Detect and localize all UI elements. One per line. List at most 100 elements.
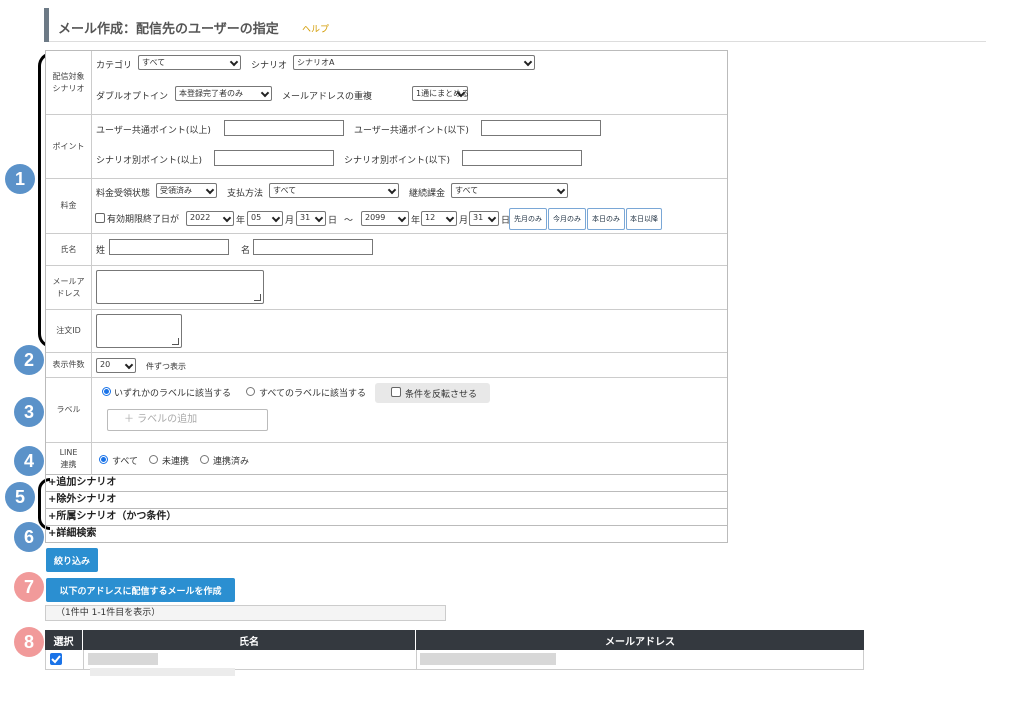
- month-unit: 月: [285, 216, 295, 226]
- marker-2: 2: [14, 345, 44, 375]
- dup-select[interactable]: 1通にまとめる: [412, 86, 469, 101]
- to-day-select[interactable]: 31: [469, 211, 499, 226]
- after-today-button[interactable]: 本日以降: [626, 208, 662, 230]
- mei-label: 名: [241, 246, 251, 256]
- masked-email: [420, 653, 556, 665]
- common-min-input[interactable]: [224, 120, 344, 136]
- row-label-email: メールア ドレス: [46, 266, 92, 309]
- scen-max-input[interactable]: [462, 150, 582, 166]
- dup-label: メールアドレスの重複: [282, 92, 373, 102]
- label-any-text: いずれかのラベルに該当する: [114, 389, 232, 399]
- chevron-down-icon: [314, 213, 324, 223]
- line-done-text: 連携済み: [213, 457, 250, 467]
- chevron-down-icon: [556, 185, 566, 195]
- last-month-button[interactable]: 先月のみ: [509, 208, 547, 230]
- create-mail-button[interactable]: 以下のアドレスに配信するメールを作成: [46, 578, 235, 602]
- optin-select[interactable]: 本登録完了者のみ: [175, 86, 272, 101]
- cont-select[interactable]: すべて: [451, 183, 568, 198]
- marker-5: 5: [5, 482, 35, 512]
- result-summary: （1件中 1-1件目を表示）: [45, 605, 446, 621]
- chevron-down-icon: [387, 185, 397, 195]
- expiry-label: 有効期限終了日が: [107, 215, 180, 225]
- chevron-down-icon: [271, 213, 281, 223]
- from-month-select[interactable]: 05: [247, 211, 283, 226]
- chevron-down-icon: [397, 213, 407, 223]
- scen-min-input[interactable]: [214, 150, 334, 166]
- invert-checkbox[interactable]: [391, 387, 401, 397]
- filter-button[interactable]: 絞り込み: [46, 548, 98, 572]
- line-not-text: 未連携: [162, 457, 190, 467]
- category-select[interactable]: すべて: [138, 55, 241, 70]
- invert-toggle[interactable]: 条件を反転させる: [375, 383, 490, 403]
- chevron-down-icon: [445, 213, 455, 223]
- check-icon: [51, 655, 61, 664]
- year-unit-2: 年: [411, 216, 421, 226]
- label-any-radio[interactable]: [102, 387, 111, 396]
- order-textarea[interactable]: [96, 314, 182, 348]
- row-select-checkbox[interactable]: [50, 653, 62, 665]
- label-all-radio[interactable]: [246, 387, 255, 396]
- section-belong-scenario[interactable]: +所属シナリオ（かつ条件）: [45, 509, 728, 526]
- year-unit: 年: [236, 216, 246, 226]
- from-day-select[interactable]: 31: [296, 211, 326, 226]
- masked-name-extra: [90, 668, 235, 676]
- sei-input[interactable]: [109, 239, 229, 255]
- scenario-label: シナリオ: [251, 61, 288, 71]
- optin-label: ダブルオプトイン: [96, 92, 169, 102]
- page-title: メール作成：配信先のユーザーの指定: [58, 22, 279, 37]
- page-header: メール作成：配信先のユーザーの指定 ヘルプ: [44, 8, 986, 42]
- chevron-down-icon: [260, 88, 270, 98]
- expiry-checkbox[interactable]: [95, 213, 105, 223]
- col-email-header[interactable]: メールアドレス: [416, 630, 864, 650]
- add-label-button[interactable]: ＋ ラベルの追加: [107, 409, 268, 431]
- line-all-radio[interactable]: [99, 455, 108, 464]
- row-count: 表示件数 20 件ずつ表示: [46, 353, 727, 378]
- scenario-select[interactable]: シナリオA: [293, 55, 535, 70]
- fee-status-select[interactable]: 受領済み: [156, 183, 217, 198]
- from-year-select[interactable]: 2022: [186, 211, 234, 226]
- section-exclude-scenario[interactable]: +除外シナリオ: [45, 492, 728, 509]
- help-link[interactable]: ヘルプ: [302, 22, 329, 35]
- section-detail-search[interactable]: +詳細検索: [45, 526, 728, 543]
- sei-label: 姓: [96, 246, 106, 256]
- common-max-input[interactable]: [481, 120, 601, 136]
- scen-max-label: シナリオ別ポイント(以下): [344, 156, 451, 166]
- email-textarea[interactable]: [96, 270, 264, 304]
- mei-input[interactable]: [253, 239, 373, 255]
- to-month-select[interactable]: 12: [421, 211, 457, 226]
- chevron-down-icon: [229, 57, 239, 67]
- row-labels: ラベル いずれかのラベルに該当する すべてのラベルに該当する 条件を反転させる …: [46, 378, 727, 443]
- today-button[interactable]: 本日のみ: [587, 208, 625, 230]
- row-label-labels: ラベル: [46, 378, 92, 442]
- line-done-radio[interactable]: [200, 455, 209, 464]
- day-unit: 日: [328, 216, 338, 226]
- scen-min-label: シナリオ別ポイント(以上): [96, 156, 203, 166]
- row-order: 注文ID: [46, 310, 727, 353]
- row-points: ポイント ユーザー共通ポイント(以上) ユーザー共通ポイント(以下) シナリオ別…: [46, 115, 727, 179]
- row-line: LINE 連携 すべて 未連携 連携済み: [46, 443, 727, 475]
- cont-label: 継続課金: [409, 189, 446, 199]
- col-name-header[interactable]: 氏名: [83, 630, 415, 650]
- filter-form: 配信対象 シナリオ カテゴリ すべて シナリオ シナリオA ダブルオプトイン 本登…: [45, 50, 728, 475]
- count-suffix: 件ずつ表示: [146, 362, 186, 371]
- row-label-scenario: 配信対象 シナリオ: [46, 51, 92, 114]
- section-add-scenario[interactable]: +追加シナリオ: [45, 475, 728, 492]
- marker-1: 1: [5, 164, 35, 194]
- fee-status-label: 料金受領状態: [96, 189, 151, 199]
- this-month-button[interactable]: 今月のみ: [548, 208, 586, 230]
- method-label: 支払方法: [227, 189, 264, 199]
- marker-8: 8: [14, 627, 44, 657]
- row-label-line: LINE 連携: [46, 443, 92, 475]
- line-all-text: すべて: [112, 457, 139, 467]
- row-label-fee: 料金: [46, 179, 92, 233]
- to-year-select[interactable]: 2099: [361, 211, 409, 226]
- method-select[interactable]: すべて: [269, 183, 399, 198]
- header-accent: [44, 8, 49, 42]
- count-select[interactable]: 20: [96, 358, 136, 373]
- common-max-label: ユーザー共通ポイント(以下): [354, 126, 469, 136]
- line-not-radio[interactable]: [149, 455, 158, 464]
- common-min-label: ユーザー共通ポイント(以上): [96, 126, 211, 136]
- chevron-down-icon: [523, 57, 533, 67]
- chevron-down-icon: [205, 185, 215, 195]
- row-scenario: 配信対象 シナリオ カテゴリ すべて シナリオ シナリオA ダブルオプトイン 本登…: [46, 51, 727, 115]
